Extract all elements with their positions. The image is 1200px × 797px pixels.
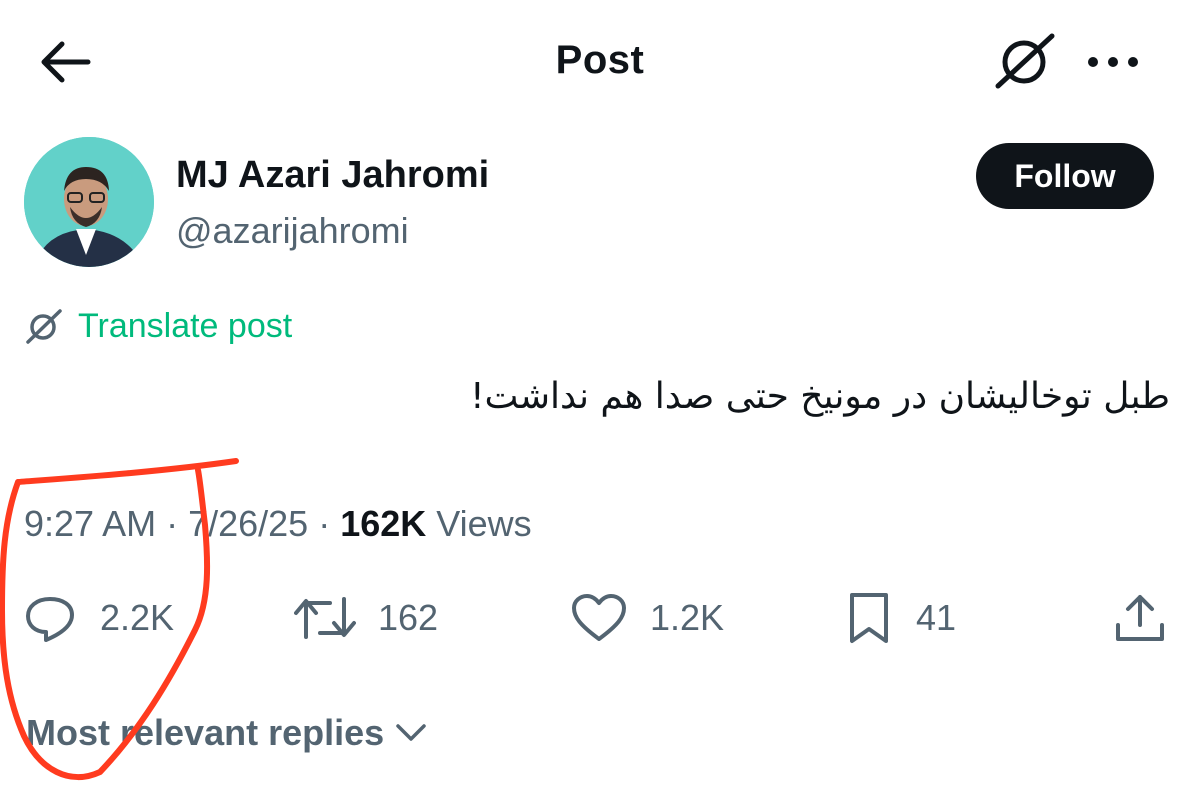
bookmark-count: 41 [916, 597, 957, 638]
replies-sort-dropdown[interactable]: Most relevant replies [26, 710, 428, 756]
replies-sort-label: Most relevant replies [26, 712, 385, 753]
grok-button[interactable] [990, 30, 1062, 92]
reply-icon [26, 597, 74, 642]
chevron-down-icon [396, 724, 426, 741]
repost-count: 162 [378, 597, 439, 638]
post-text: طبل توخالیشان در مونیخ حتی صدا هم نداشت! [470, 376, 1170, 417]
like-count: 1.2K [650, 597, 725, 638]
post-date[interactable]: 7/26/25 [188, 503, 308, 545]
follow-button[interactable]: Follow [976, 143, 1154, 209]
reply-button[interactable]: 2.2K [22, 590, 174, 646]
views-label: Views [436, 503, 532, 544]
grok-icon [995, 33, 1055, 89]
separator-dot: · [318, 503, 331, 544]
repost-icon [294, 597, 356, 639]
page-title: Post [555, 38, 645, 82]
more-options-button[interactable] [1078, 40, 1148, 84]
author-name[interactable]: MJ Azari Jahromi [176, 154, 489, 197]
translate-post-link[interactable]: Translate post [24, 304, 292, 348]
more-dots-icon [1088, 57, 1138, 67]
translate-label: Translate post [78, 306, 293, 345]
reply-count: 2.2K [100, 597, 175, 638]
back-button[interactable] [36, 36, 96, 88]
avatar[interactable] [24, 137, 154, 267]
heart-icon [572, 594, 626, 641]
like-button[interactable]: 1.2K [570, 590, 724, 646]
bookmark-icon [850, 593, 888, 643]
separator-dot: · [166, 503, 179, 544]
post-meta: 9:27 AM · 7/26/25 · 162K Views [24, 500, 532, 548]
author-handle[interactable]: @azarijahromi [176, 210, 409, 252]
share-icon [1116, 595, 1164, 641]
share-button[interactable] [1112, 590, 1190, 646]
profile-photo [24, 137, 154, 267]
bookmark-button[interactable]: 41 [844, 590, 956, 646]
repost-button[interactable]: 162 [294, 590, 438, 646]
post-time[interactable]: 9:27 AM [24, 503, 156, 545]
arrow-left-icon [41, 41, 91, 83]
grok-icon [26, 309, 62, 344]
views-count[interactable]: 162K [340, 503, 426, 545]
